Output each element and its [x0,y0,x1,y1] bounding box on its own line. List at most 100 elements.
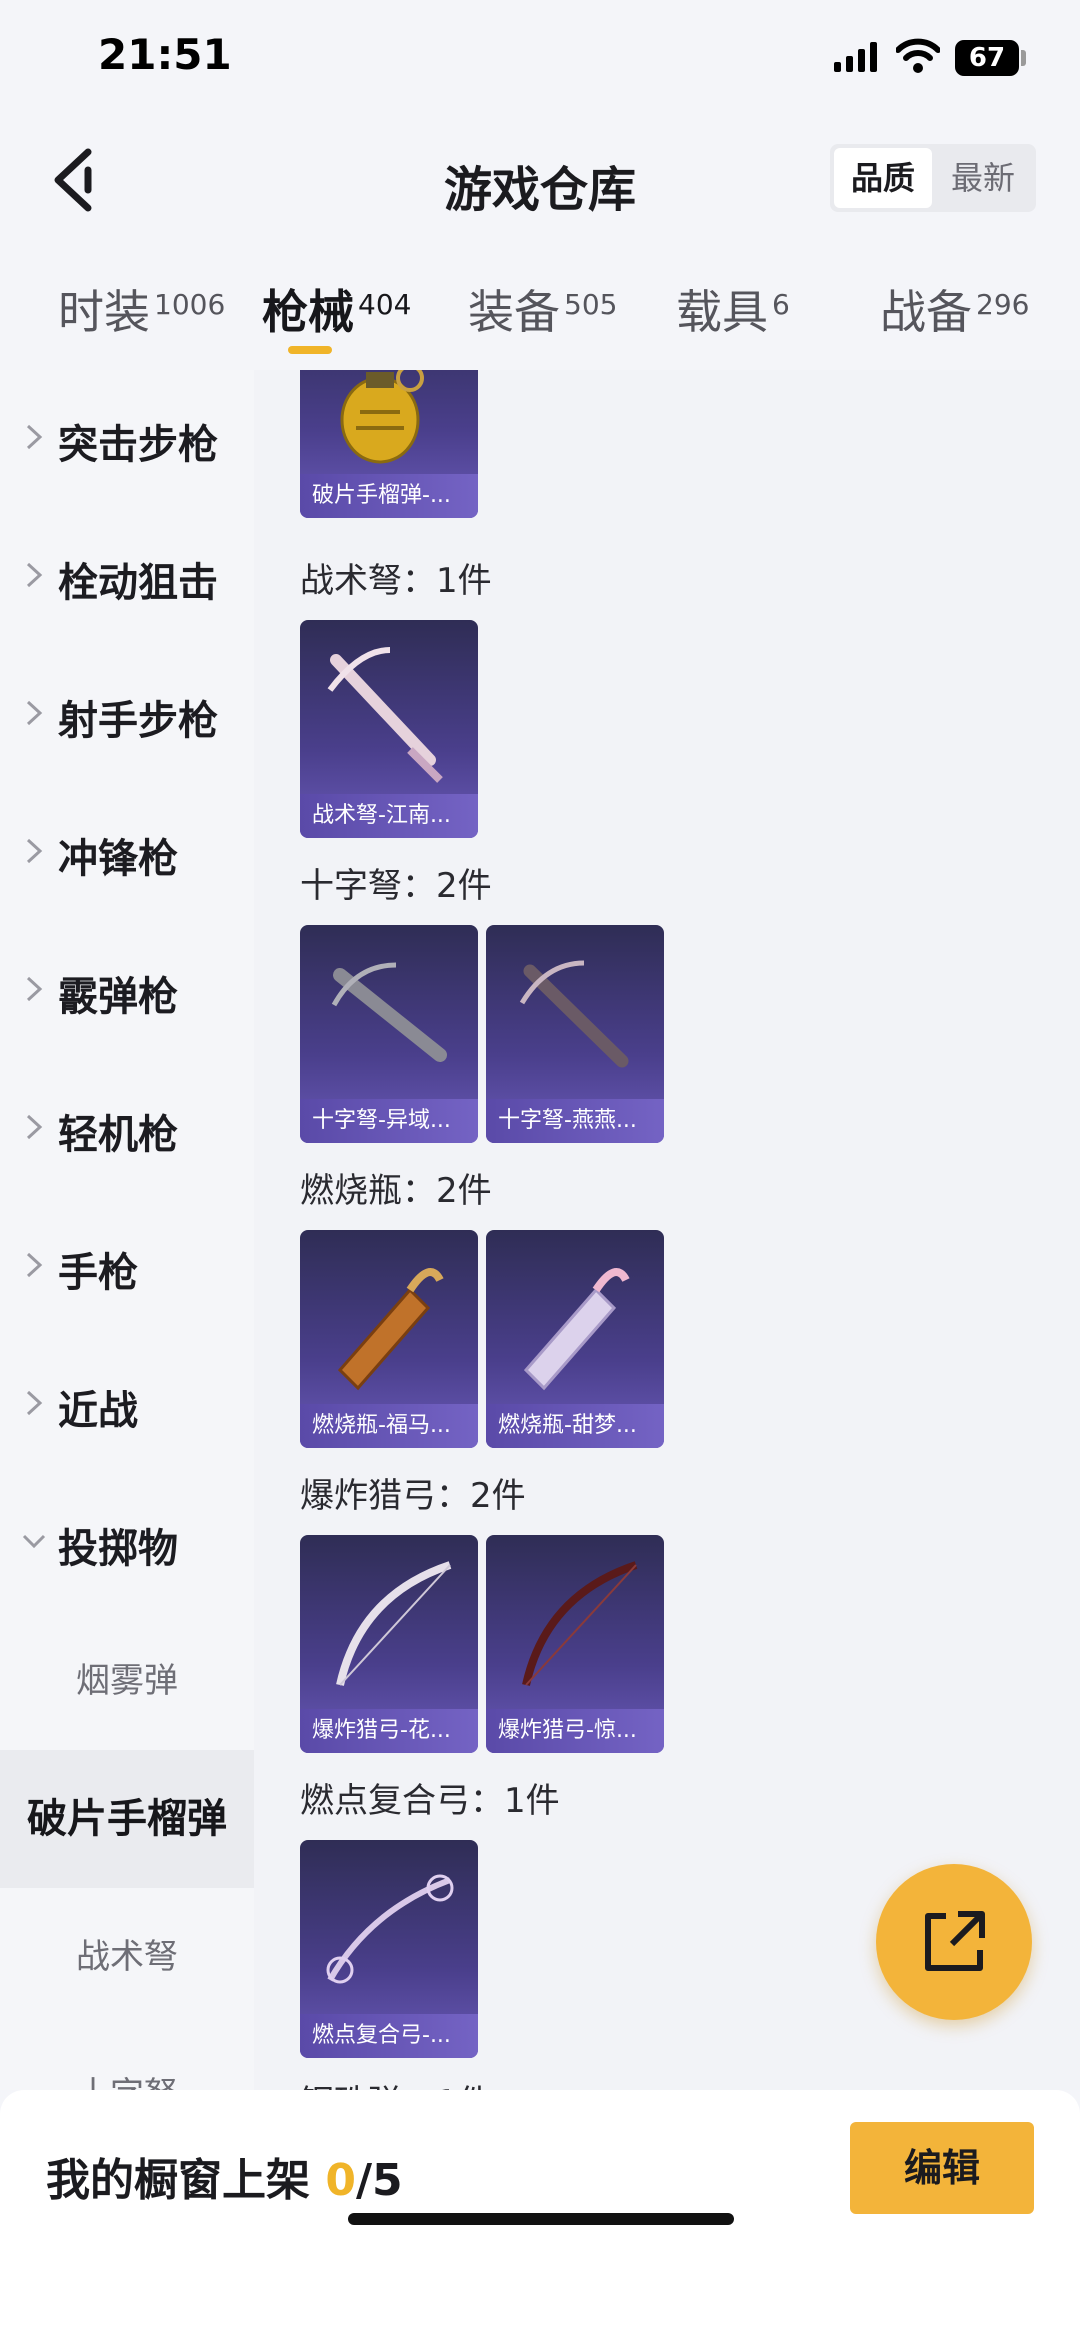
bow-icon [522,1561,638,1686]
external-link-icon [925,1911,985,1971]
sidebar-item-smg[interactable]: 冲锋枪 [0,784,254,922]
battery-tip [1021,50,1026,66]
tab-firearms[interactable]: 枪械 404 [262,276,411,342]
item-name: 十字弩-异域... [300,1099,478,1143]
sidebar-subitem-tactical-crossbow[interactable]: 战术弩 [0,1888,254,2026]
tab-count: 404 [358,287,412,321]
item-card-compound-bow[interactable]: 燃点复合弓-... [300,1840,478,2058]
crossbow-icon [327,647,443,783]
sidebar-item-label: 近战 [58,1388,138,1434]
grenade-icon [340,370,424,464]
showcase-total: /5 [355,2155,403,2206]
sidebar-item-label: 手枪 [58,1250,138,1296]
sidebar-item-label: 轻机枪 [58,1112,178,1158]
chevron-right-icon [26,1390,43,1416]
item-name: 破片手榴弹-... [300,474,478,518]
sidebar-item-label: 突击步枪 [58,422,218,468]
sidebar: 突击步枪 栓动狙击 射手步枪 冲锋枪 霰弹枪 轻机枪 手枪 近战 投掷物 烟雾弹… [0,370,254,2090]
edit-button[interactable]: 编辑 [850,2122,1034,2214]
sidebar-item-label: 冲锋枪 [58,836,178,882]
item-card-molotov-2[interactable]: 燃烧瓶-甜梦... [486,1230,664,1448]
showcase-label: 我的橱窗上架 [46,2155,310,2206]
sidebar-item-label: 射手步枪 [58,698,218,744]
sidebar-item-assault-rifle[interactable]: 突击步枪 [0,370,254,508]
tab-vehicles[interactable]: 载具 6 [676,276,790,342]
home-indicator [348,2213,734,2225]
chevron-right-icon [26,976,43,1002]
tab-label: 装备 [468,285,560,339]
sidebar-item-marksman-rifle[interactable]: 射手步枪 [0,646,254,784]
item-name: 燃烧瓶-甜梦... [486,1404,664,1448]
status-bar: 21:51 67 [0,0,1080,120]
group-title: 战术弩：1件 [300,561,492,601]
item-name: 十字弩-燕燕... [486,1099,664,1143]
sidebar-item-shotgun[interactable]: 霰弹枪 [0,922,254,1060]
tab-count: 1006 [154,287,226,321]
item-card-tactical-crossbow[interactable]: 战术弩-江南... [300,620,478,838]
tab-count: 6 [772,287,790,321]
chevron-right-icon [26,838,43,864]
item-card-crossbow-1[interactable]: 十字弩-异域... [300,925,478,1143]
wifi-icon [896,38,940,73]
chevron-right-icon [26,562,43,588]
sort-by-quality[interactable]: 品质 [834,148,932,208]
tab-supplies[interactable]: 战备 296 [880,276,1029,342]
status-time: 21:51 [98,30,232,79]
chevron-right-icon [26,1114,43,1140]
item-card-explosive-bow-1[interactable]: 爆炸猎弓-花... [300,1535,478,1753]
sidebar-subitem-smoke[interactable]: 烟雾弹 [0,1612,254,1750]
item-name: 燃点复合弓-... [300,2014,478,2058]
sort-by-newest[interactable]: 最新 [934,148,1032,208]
group-title: 钢珠弹：1件 [300,2075,492,2090]
sidebar-item-throwables[interactable]: 投掷物 [0,1474,254,1612]
molotov-icon [337,1268,444,1391]
cellular-signal-icon [834,42,877,72]
sidebar-item-bolt-sniper[interactable]: 栓动狙击 [0,508,254,646]
tab-label: 载具 [676,285,768,339]
battery-icon: 67 [955,40,1019,76]
compound-bow-icon [326,1874,454,1984]
sidebar-item-label: 栓动狙击 [58,560,218,606]
group-title: 燃烧瓶：2件 [300,1171,492,1211]
tab-label: 枪械 [262,285,354,339]
showcase-current: 0 [325,2155,356,2206]
item-card-molotov-1[interactable]: 燃烧瓶-福马... [300,1230,478,1448]
item-name: 爆炸猎弓-花... [300,1709,478,1753]
crossbow-icon [331,962,447,1062]
bow-icon [336,1561,452,1686]
group-title: 爆炸猎弓：2件 [300,1476,526,1516]
item-name: 爆炸猎弓-惊... [486,1709,664,1753]
chevron-right-icon [26,700,43,726]
crossbow-icon [519,960,629,1068]
chevron-right-icon [26,424,43,450]
item-card-frag-grenade[interactable]: 破片手榴弹-... [300,370,478,518]
item-grid: 破片手榴弹-... 战术弩：1件 战术弩-江南... 十字弩：2件 十字弩-异域… [254,370,1080,2090]
sidebar-subitem-frag-grenade[interactable]: 破片手榴弹 [0,1750,254,1888]
sidebar-subitem-crossbow[interactable]: 十字弩 [0,2026,254,2090]
tab-count: 296 [976,287,1030,321]
tab-count: 505 [564,287,618,321]
sidebar-item-pistol[interactable]: 手枪 [0,1198,254,1336]
category-tabs: 时装 1006 枪械 404 装备 505 载具 6 战备 296 [0,260,1080,370]
tab-equipment[interactable]: 装备 505 [468,276,617,342]
item-name: 战术弩-江南... [300,794,478,838]
tab-label: 战备 [880,285,972,339]
chevron-right-icon [26,1252,43,1278]
item-card-explosive-bow-2[interactable]: 爆炸猎弓-惊... [486,1535,664,1753]
tab-fashion[interactable]: 时装 1006 [58,276,225,342]
group-title: 燃点复合弓：1件 [300,1781,560,1821]
chevron-down-icon [22,1534,46,1549]
sidebar-item-lmg[interactable]: 轻机枪 [0,1060,254,1198]
molotov-icon [523,1268,630,1391]
tab-label: 时装 [58,285,150,339]
showcase-status: 我的橱窗上架 0/5 [46,2144,403,2208]
active-tab-indicator [288,346,332,354]
sidebar-item-label: 投掷物 [58,1526,178,1572]
sidebar-item-melee[interactable]: 近战 [0,1336,254,1474]
sort-toggle[interactable]: 品质 最新 [830,144,1036,212]
group-title: 十字弩：2件 [300,866,492,906]
sidebar-item-label: 霰弹枪 [58,974,178,1020]
item-name: 燃烧瓶-福马... [300,1404,478,1448]
share-button[interactable] [876,1864,1032,2020]
item-card-crossbow-2[interactable]: 十字弩-燕燕... [486,925,664,1143]
